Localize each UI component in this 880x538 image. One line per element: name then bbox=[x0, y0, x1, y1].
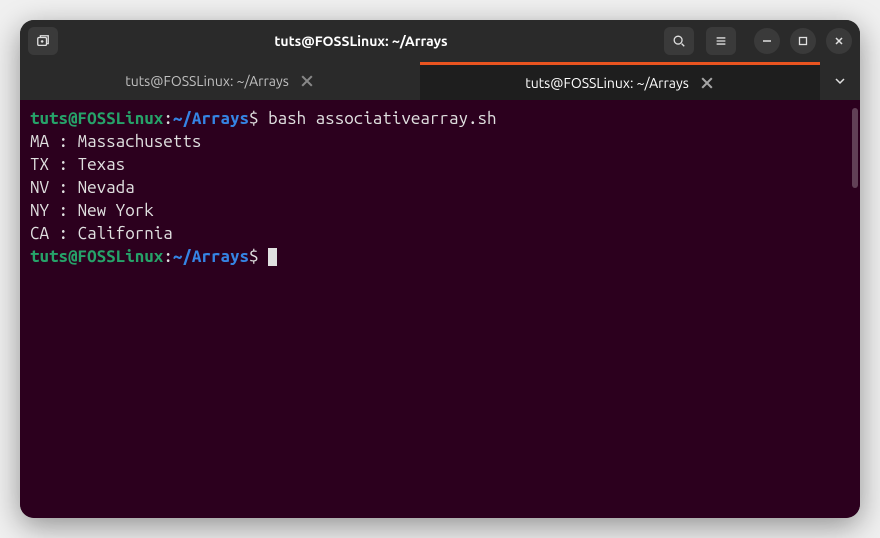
tab-dropdown-button[interactable] bbox=[820, 62, 860, 100]
chevron-down-icon bbox=[834, 75, 846, 87]
tab-label: tuts@FOSSLinux: ~/Arrays bbox=[525, 75, 689, 91]
minimize-icon bbox=[762, 36, 772, 46]
prompt-user: tuts bbox=[30, 247, 68, 266]
prompt-symbol: $ bbox=[249, 247, 259, 266]
prompt-at: @ bbox=[68, 109, 78, 128]
terminal-window: tuts@FOSSLinux: ~/Arrays bbox=[20, 20, 860, 518]
minimize-button[interactable] bbox=[754, 28, 780, 54]
tab-label: tuts@FOSSLinux: ~/Arrays bbox=[125, 73, 289, 89]
output-line: TX : Texas bbox=[30, 154, 850, 177]
cursor bbox=[268, 248, 277, 266]
tab-1[interactable]: tuts@FOSSLinux: ~/Arrays bbox=[20, 62, 420, 100]
prompt-host: FOSSLinux bbox=[78, 109, 164, 128]
prompt-colon: : bbox=[163, 247, 173, 266]
maximize-icon bbox=[798, 36, 808, 46]
command-text: bash associativearray.sh bbox=[259, 109, 497, 128]
close-button[interactable] bbox=[826, 28, 852, 54]
prompt-symbol: $ bbox=[249, 109, 259, 128]
prompt-host: FOSSLinux bbox=[78, 247, 164, 266]
hamburger-icon bbox=[714, 34, 728, 48]
titlebar-right bbox=[664, 27, 852, 55]
window-controls bbox=[754, 28, 852, 54]
titlebar: tuts@FOSSLinux: ~/Arrays bbox=[20, 20, 860, 62]
tabbar: tuts@FOSSLinux: ~/Arrays tuts@FOSSLinux:… bbox=[20, 62, 860, 100]
prompt-path: ~/Arrays bbox=[173, 109, 249, 128]
search-icon bbox=[672, 34, 686, 48]
close-icon bbox=[299, 73, 315, 89]
output-line: CA : California bbox=[30, 223, 850, 246]
new-tab-button[interactable] bbox=[28, 27, 58, 55]
output-line: NY : New York bbox=[30, 200, 850, 223]
output-line: MA : Massachusetts bbox=[30, 131, 850, 154]
prompt-line-1: tuts@FOSSLinux:~/Arrays$ bash associativ… bbox=[30, 108, 850, 131]
prompt-colon: : bbox=[163, 109, 173, 128]
maximize-button[interactable] bbox=[790, 28, 816, 54]
close-icon bbox=[699, 75, 715, 91]
prompt-path: ~/Arrays bbox=[173, 247, 249, 266]
prompt-line-2: tuts@FOSSLinux:~/Arrays$ bbox=[30, 246, 850, 269]
menu-button[interactable] bbox=[706, 27, 736, 55]
search-button[interactable] bbox=[664, 27, 694, 55]
tab-close-button[interactable] bbox=[299, 73, 315, 89]
close-icon bbox=[834, 36, 844, 46]
prompt-user: tuts bbox=[30, 109, 68, 128]
new-tab-icon bbox=[36, 34, 50, 48]
window-title: tuts@FOSSLinux: ~/Arrays bbox=[66, 33, 656, 49]
prompt-at: @ bbox=[68, 247, 78, 266]
tab-2[interactable]: tuts@FOSSLinux: ~/Arrays bbox=[420, 62, 820, 100]
tab-close-button[interactable] bbox=[699, 75, 715, 91]
titlebar-left bbox=[28, 27, 58, 55]
terminal-body[interactable]: tuts@FOSSLinux:~/Arrays$ bash associativ… bbox=[20, 100, 860, 518]
output-line: NV : Nevada bbox=[30, 177, 850, 200]
